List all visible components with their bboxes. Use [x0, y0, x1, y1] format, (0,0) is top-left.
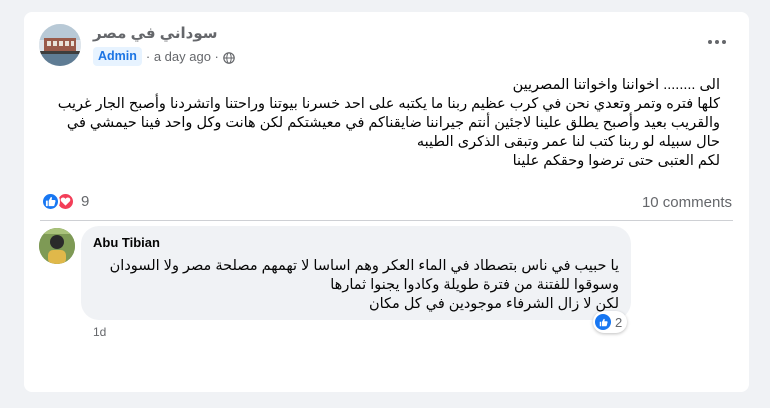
post-line: الى ........ اخواننا واخواتنا المصريين [512, 77, 720, 93]
commenter-avatar[interactable] [39, 228, 75, 264]
comment-reaction-count: 2 [615, 314, 623, 330]
comment-line: لكن لا زال الشرفاء موجودين في كل مكان [368, 296, 619, 312]
comments-count-link[interactable]: 10 comments [642, 194, 732, 211]
comment-reactions[interactable]: 2 [593, 311, 628, 333]
comment-time[interactable]: 1d [93, 325, 106, 339]
admin-badge[interactable]: Admin [93, 47, 142, 66]
comment-bubble: Abu Tibian يا حبيب في ناس بتصطاد في الما… [81, 226, 631, 320]
globe-icon[interactable] [223, 51, 235, 64]
comment-line: يا حبيب في ناس بتصطاد في الماء العكر وهم… [109, 258, 619, 274]
post-card: سوداني في مصر Admin · a day ago · الى ..… [24, 12, 749, 392]
post-time[interactable]: · a day ago · [146, 49, 219, 64]
like-reaction-icon [595, 314, 611, 330]
group-name[interactable]: سوداني في مصر [93, 24, 218, 42]
post-line: والقريب بعيد وأصبح يطلق علينا لاجئين أنت… [66, 115, 720, 131]
reactions-summary[interactable]: 9 [41, 192, 89, 211]
post-line: كلها فتره وتمر وتعدي نحن في كرب عظيم ربن… [57, 96, 720, 112]
comment-author[interactable]: Abu Tibian [93, 235, 160, 250]
comment-text: يا حبيب في ناس بتصطاد في الماء العكر وهم… [89, 257, 619, 314]
post-text: الى ........ اخواننا واخواتنا المصريين ك… [40, 76, 720, 171]
divider [40, 220, 733, 221]
more-dots-icon[interactable] [701, 30, 733, 54]
comment-line: وسوقوا للفتنة من فترة طويلة وكادوا يجنوا… [330, 277, 619, 293]
group-avatar[interactable] [39, 24, 81, 66]
reaction-count: 9 [81, 193, 90, 210]
like-reaction-icon [41, 192, 60, 211]
post-meta: Admin · a day ago · [93, 47, 235, 66]
post-line: حال سبيله لو ربنا كتب لنا عمر وتبقى الذك… [416, 134, 720, 150]
post-line: لكم العتبى حتى ترضوا وحقكم علينا [512, 153, 720, 169]
